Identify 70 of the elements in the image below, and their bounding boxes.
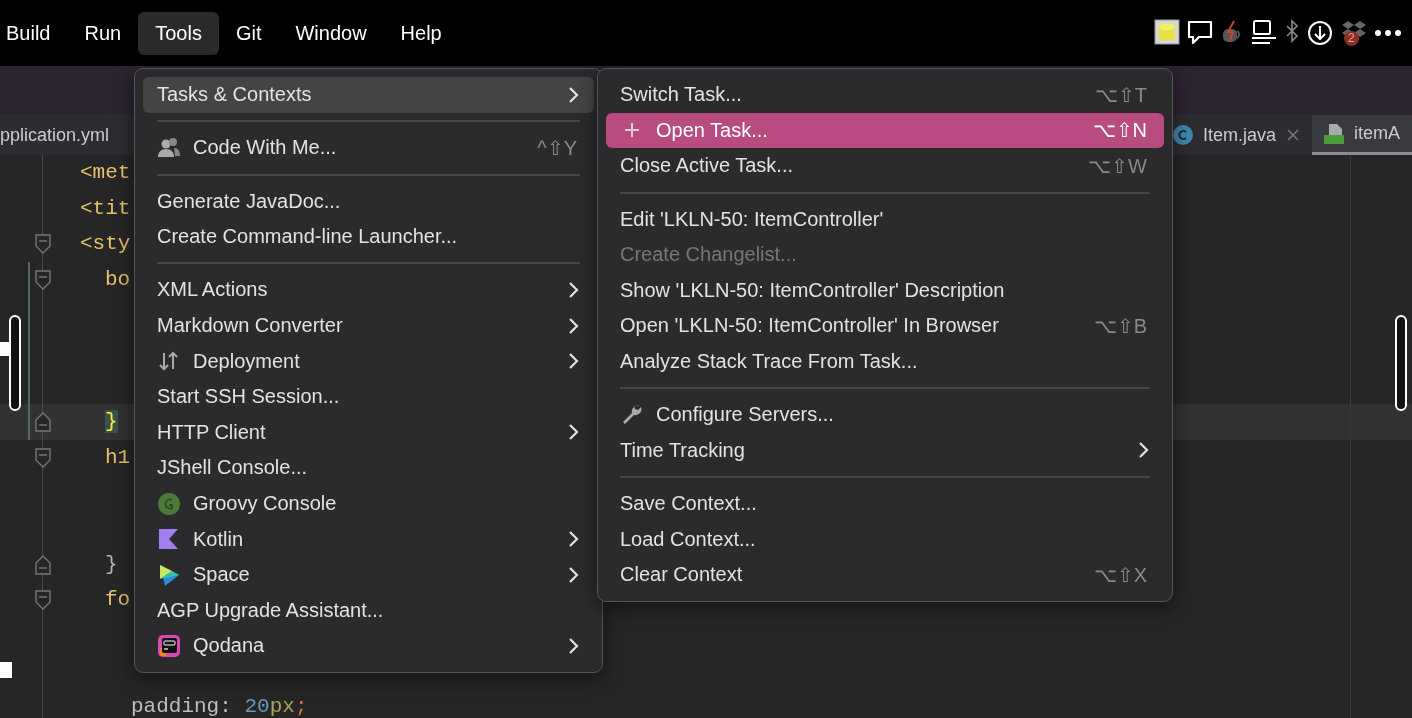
menu-item[interactable]: Clear Context ⌥⇧X xyxy=(606,556,1164,593)
class-file-icon xyxy=(1172,125,1193,145)
menu-item[interactable]: Create Command-line Launcher... xyxy=(143,218,594,255)
menu-item[interactable]: JShell Console... xyxy=(143,450,594,486)
code-line: padding: 20px; xyxy=(131,695,308,718)
menu-bar-item[interactable]: Build xyxy=(0,11,68,55)
menu-item[interactable]: Tasks & Contexts xyxy=(143,77,594,113)
menu-bar-item[interactable]: Run xyxy=(67,11,139,55)
menu-item[interactable]: Analyze Stack Trace From Task... xyxy=(606,343,1164,380)
menu-item[interactable]: Markdown Converter xyxy=(143,307,594,344)
menu-item[interactable]: Open 'LKLN-50: ItemController' In Browser ⌥⇧B xyxy=(606,308,1164,344)
menu-item[interactable]: Configure Servers... xyxy=(606,396,1164,433)
triangle-logo-icon xyxy=(157,562,181,587)
menu-item[interactable]: HTTP Client xyxy=(143,414,594,451)
resize-handle[interactable] xyxy=(1395,315,1407,411)
html-file-icon xyxy=(1324,123,1344,144)
code-line: h1 xyxy=(105,446,131,470)
menu-item[interactable]: XML Actions xyxy=(143,272,594,308)
editor-tab[interactable]: itemA xyxy=(1312,115,1412,155)
shortcut-label: ⌥⇧T xyxy=(1094,82,1147,107)
download-icon[interactable] xyxy=(1306,19,1334,47)
kotlin-logo-icon xyxy=(157,527,181,552)
fold-icon[interactable] xyxy=(35,554,51,575)
menu-item[interactable]: Groovy Console xyxy=(143,485,594,522)
menu-item[interactable]: Start SSH Session... xyxy=(143,378,594,415)
menu-item[interactable]: Load Context... xyxy=(606,521,1164,557)
monitor-icon[interactable] xyxy=(1250,19,1278,47)
menu-bar-item[interactable]: Window xyxy=(278,11,384,55)
code-line: <sty xyxy=(80,232,131,256)
resize-handle[interactable] xyxy=(9,315,21,411)
shortcut-label: ⌥⇧X xyxy=(1093,562,1147,587)
letter-g-icon xyxy=(157,491,181,516)
notification-badge: 2 xyxy=(1344,31,1359,46)
fold-icon[interactable] xyxy=(35,269,51,290)
code-line: <met xyxy=(80,161,131,185)
menu-bar-item[interactable]: Git xyxy=(218,11,279,55)
code-line: bo xyxy=(105,268,131,292)
shortcut-label: ⌥⇧B xyxy=(1093,313,1147,338)
menu-item[interactable]: Space xyxy=(143,556,594,593)
fold-icon[interactable] xyxy=(35,234,51,255)
menu-item[interactable]: Time Tracking xyxy=(606,432,1164,469)
menu-item[interactable]: Code With Me... ^⇧Y xyxy=(143,130,594,166)
editor-tab[interactable]: pplication.yml xyxy=(0,115,122,155)
close-icon[interactable] xyxy=(1286,128,1300,142)
menu-item[interactable]: Deployment xyxy=(143,343,594,379)
code-line: <tit xyxy=(80,196,131,220)
menu-item[interactable]: Edit 'LKLN-50: ItemController' xyxy=(606,201,1164,237)
shortcut-label: ⌥⇧W xyxy=(1088,154,1147,178)
menu-item[interactable]: Open Task... ⌥⇧N xyxy=(606,112,1164,149)
code-line: fo xyxy=(105,588,131,612)
qodana-logo-icon xyxy=(157,633,181,658)
edge-marker xyxy=(0,662,12,678)
shortcut-label: ^⇧Y xyxy=(537,136,577,160)
menu-bar-item[interactable]: Tools xyxy=(138,11,219,55)
database-icon[interactable] xyxy=(1154,19,1180,47)
menu-item[interactable]: Switch Task... ⌥⇧T xyxy=(606,77,1164,113)
people-icon xyxy=(157,136,181,160)
menu-item[interactable]: Show 'LKLN-50: ItemController' Description xyxy=(606,272,1164,309)
menu-item[interactable]: Generate JavaDoc... xyxy=(143,183,594,219)
code-line: } xyxy=(105,552,118,576)
menu-item[interactable]: AGP Upgrade Assistant... xyxy=(143,592,594,629)
menu-bar-item[interactable]: Help xyxy=(383,11,459,55)
shortcut-label: ⌥⇧N xyxy=(1092,118,1147,143)
menu-item[interactable]: Save Context... xyxy=(606,485,1164,522)
fold-icon[interactable] xyxy=(35,447,51,468)
menu-item[interactable]: Qodana xyxy=(143,628,594,664)
chat-bubble-icon[interactable] xyxy=(1186,19,1214,47)
edge-marker xyxy=(0,342,9,356)
menu-item[interactable]: Kotlin xyxy=(143,521,594,557)
fold-icon[interactable] xyxy=(35,590,51,611)
